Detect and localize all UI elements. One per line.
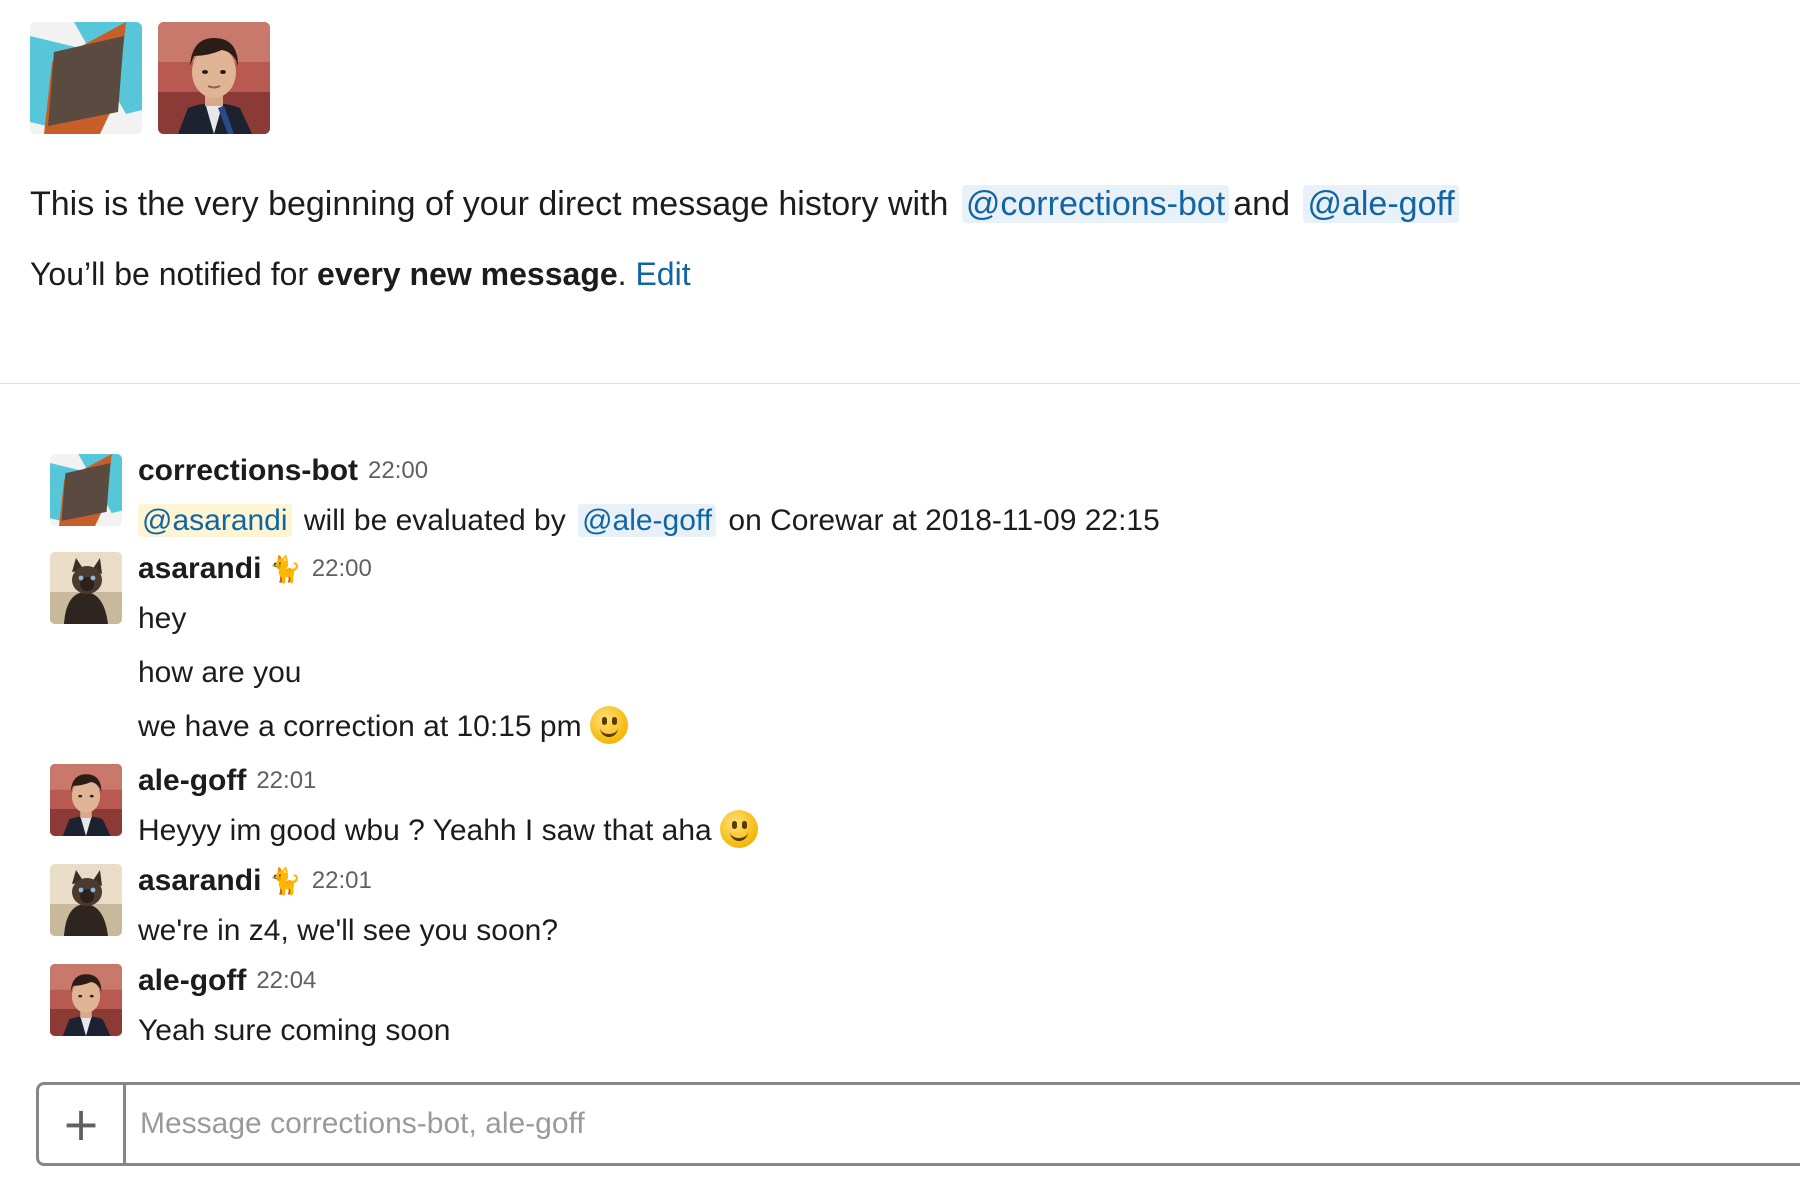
ale-goff-avatar[interactable] (50, 964, 122, 1036)
mention-corrections-bot[interactable]: @corrections-bot (961, 185, 1230, 223)
mention-ale-goff[interactable]: @ale-goff (578, 504, 717, 537)
notify-suffix: . (617, 256, 627, 292)
ale-goff-photo-avatar[interactable] (158, 22, 270, 134)
message-timestamp[interactable]: 22:00 (312, 555, 372, 583)
mention-asarandi[interactable]: @asarandi (138, 504, 292, 537)
intro-avatars (30, 22, 1770, 134)
message-header: ale-goff 22:04 (138, 956, 1750, 1006)
sender-name[interactable]: corrections-bot (138, 454, 358, 488)
message-text-part: we have a correction at 10:15 pm (138, 710, 582, 743)
message-composer: + (36, 1082, 1800, 1166)
message-text: Heyyy im good wbu ? Yeahh I saw that aha (138, 806, 1750, 856)
message: corrections-bot 22:00 @asarandi will be … (50, 446, 1750, 544)
notify-prefix: You’ll be notified for (30, 256, 309, 292)
corrections-bot-avatar[interactable] (50, 454, 122, 526)
message-text: Yeah sure coming soon (138, 1014, 451, 1047)
message-text-part: Heyyy im good wbu ? Yeahh I saw that aha (138, 814, 712, 847)
message-header: ale-goff 22:01 (138, 756, 1750, 806)
intro-text: This is the very beginning of your direc… (30, 182, 1463, 226)
message-timestamp[interactable]: 22:04 (256, 967, 316, 995)
add-attachment-button[interactable]: + (39, 1085, 126, 1163)
notify-level: every new message (317, 256, 618, 292)
message: ale-goff 22:01 Heyyy im good wbu ? Yeahh… (50, 756, 1750, 856)
cat-status-icon: 🐈 (269, 553, 302, 584)
notification-preference-text: You’ll be notified for every new message… (30, 254, 691, 294)
conversation-intro: This is the very beginning of your direc… (30, 22, 1770, 292)
message-text-part: on Corewar at 2018-11-09 22:15 (728, 504, 1160, 537)
message-text: how are you (138, 656, 302, 689)
sender-name[interactable]: asarandi (138, 864, 261, 898)
intro-divider (0, 383, 1800, 384)
sender-name[interactable]: ale-goff (138, 964, 246, 998)
asarandi-avatar[interactable] (50, 552, 122, 624)
sender-name[interactable]: asarandi (138, 552, 261, 586)
edit-notifications-link[interactable]: Edit (635, 256, 690, 292)
message-header: corrections-bot 22:00 (138, 446, 1750, 496)
sender-name[interactable]: ale-goff (138, 764, 246, 798)
asarandi-avatar[interactable] (50, 864, 122, 936)
ale-goff-avatar[interactable] (50, 764, 122, 836)
message: asarandi 🐈 22:00 hey how are you we have… (50, 544, 1750, 756)
message-header: asarandi 🐈 22:01 (138, 856, 1750, 906)
corrections-bot-logo-avatar[interactable] (30, 22, 142, 134)
cat-status-icon: 🐈 (269, 865, 302, 896)
message: asarandi 🐈 22:01 we're in z4, we'll see … (50, 856, 1750, 956)
message-list: corrections-bot 22:00 @asarandi will be … (50, 446, 1750, 1056)
message-text-part: will be evaluated by (303, 504, 566, 537)
message-timestamp[interactable]: 22:01 (312, 867, 372, 895)
message-text: we have a correction at 10:15 pm (138, 702, 1750, 752)
message-text: we're in z4, we'll see you soon? (138, 914, 559, 947)
mention-ale-goff[interactable]: @ale-goff (1303, 185, 1459, 223)
message-text: @asarandi will be evaluated by @ale-goff… (138, 496, 1750, 546)
message-text: hey (138, 602, 187, 635)
message-header: asarandi 🐈 22:00 (138, 544, 1750, 594)
message-timestamp[interactable]: 22:01 (256, 767, 316, 795)
message-input[interactable] (126, 1085, 1800, 1163)
intro-conjunction: and (1233, 185, 1290, 223)
message: ale-goff 22:04 Yeah sure coming soon (50, 956, 1750, 1056)
message-timestamp[interactable]: 22:00 (368, 457, 428, 485)
slightly-smiling-face-icon (719, 810, 758, 849)
intro-text-before: This is the very beginning of your direc… (30, 185, 949, 223)
slightly-smiling-face-icon (589, 706, 628, 745)
